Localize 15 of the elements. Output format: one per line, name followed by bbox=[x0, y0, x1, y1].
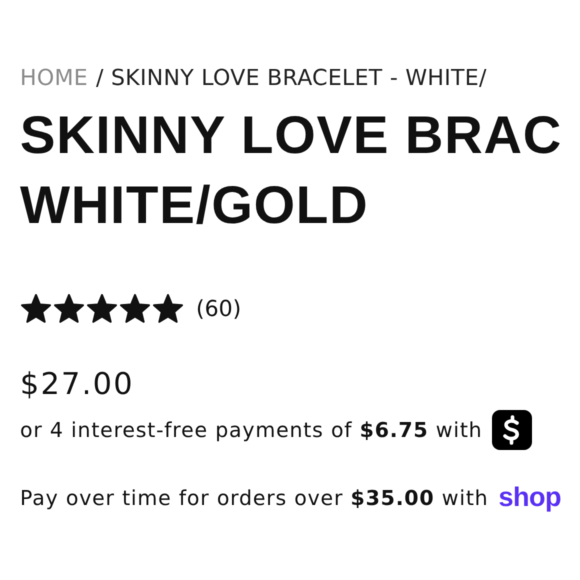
breadcrumb-link[interactable]: HOME bbox=[20, 66, 88, 91]
product-title: WHITE/GOLD bbox=[20, 175, 369, 237]
installments-text: or 4 interest-free payments of $6.75 with bbox=[20, 418, 482, 442]
filled-star-icon bbox=[86, 293, 118, 325]
filled-star-icon bbox=[119, 293, 151, 325]
product-price: $27.00 bbox=[20, 367, 134, 402]
review-count[interactable]: (60) bbox=[196, 296, 242, 322]
filled-star-icon bbox=[152, 293, 184, 325]
dollar-logo-icon[interactable] bbox=[492, 410, 532, 450]
filled-star-icon bbox=[53, 293, 85, 325]
product-title: SKINNY LOVE BRAC bbox=[20, 105, 562, 167]
shop-logo[interactable]: shop bbox=[498, 482, 561, 513]
breadcrumb-current: / SKINNY LOVE BRACELET - WHITE/ bbox=[96, 66, 487, 91]
pay-over-time-text: Pay over time for orders over $35.00 with bbox=[20, 486, 488, 510]
filled-star-icon bbox=[20, 293, 52, 325]
